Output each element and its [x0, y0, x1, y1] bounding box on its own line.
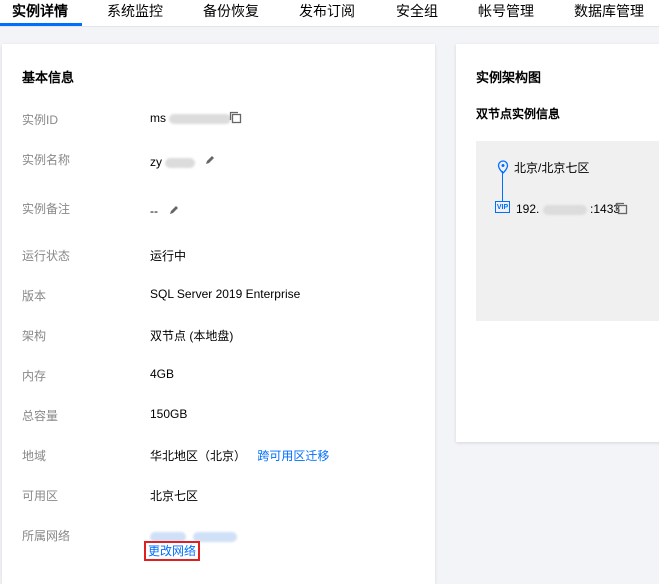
- network-label: 所属网络: [22, 529, 71, 543]
- memory-label: 内存: [22, 369, 47, 383]
- tab-instance-details[interactable]: 实例详情: [12, 2, 68, 20]
- instance-name-text: zy: [150, 155, 162, 169]
- total-capacity-label: 总容量: [22, 409, 59, 423]
- redacted-instance-name: [165, 157, 196, 168]
- edit-icon[interactable]: [168, 203, 180, 221]
- region-zone-text: 北京/北京七区: [514, 161, 590, 175]
- architecture-value: 双节点 (本地盘): [150, 329, 234, 343]
- dual-node-info-subtitle: 双节点实例信息: [476, 107, 561, 121]
- instance-id-text: ms: [150, 111, 166, 125]
- vip-prefix: 192.: [516, 202, 540, 216]
- copy-icon[interactable]: [615, 202, 628, 220]
- architecture-diagram: 北京/北京七区 VIP 192. :1433: [476, 141, 659, 321]
- basic-info-card: 基本信息 实例ID ms 实例名称 zy 实例备注 -- 运行状态 运行中 版本…: [2, 44, 435, 584]
- instance-remark-label: 实例备注: [22, 202, 71, 216]
- instance-id-value: ms: [150, 111, 232, 125]
- instance-remark-value: --: [150, 204, 158, 218]
- basic-info-title: 基本信息: [22, 70, 75, 85]
- vip-address: 192. :1433: [516, 202, 620, 216]
- vip-badge: VIP: [495, 201, 510, 213]
- copy-icon[interactable]: [229, 111, 242, 129]
- change-network-link[interactable]: 更改网络: [144, 541, 200, 561]
- zone-label: 可用区: [22, 489, 59, 503]
- version-value: SQL Server 2019 Enterprise: [150, 287, 301, 301]
- tab-security-group[interactable]: 安全组: [396, 2, 438, 20]
- run-status-label: 运行状态: [22, 249, 71, 263]
- tab-database-management[interactable]: 数据库管理: [574, 2, 644, 20]
- instance-name-value: zy: [150, 155, 196, 169]
- region-value: 华北地区（北京） 跨可用区迁移: [150, 447, 329, 464]
- location-pin-icon: [497, 160, 509, 179]
- region-text: 华北地区（北京）: [150, 449, 247, 463]
- edit-icon[interactable]: [204, 153, 216, 171]
- architecture-card: 实例架构图 双节点实例信息 北京/北京七区 VIP 192. :1433: [456, 44, 659, 442]
- version-label: 版本: [22, 289, 47, 303]
- connector-line: [502, 171, 503, 201]
- memory-value: 4GB: [150, 367, 175, 381]
- tab-publish-subscribe[interactable]: 发布订阅: [299, 2, 355, 20]
- architecture-label: 架构: [22, 329, 47, 343]
- architecture-title: 实例架构图: [476, 70, 542, 85]
- run-status-value: 运行中: [150, 249, 187, 263]
- tab-system-monitor[interactable]: 系统监控: [107, 2, 163, 20]
- total-capacity-value: 150GB: [150, 407, 188, 421]
- tab-account-management[interactable]: 帐号管理: [478, 2, 534, 20]
- active-tab-indicator: [0, 23, 82, 26]
- instance-id-label: 实例ID: [22, 113, 59, 127]
- tab-bar: 实例详情 系统监控 备份恢复 发布订阅 安全组 帐号管理 数据库管理: [0, 0, 659, 27]
- cross-zone-migrate-link[interactable]: 跨可用区迁移: [257, 449, 329, 463]
- instance-name-label: 实例名称: [22, 153, 71, 167]
- region-label: 地域: [22, 449, 47, 463]
- zone-value: 北京七区: [150, 489, 199, 503]
- redacted-ip: [542, 204, 587, 215]
- tab-backup-restore[interactable]: 备份恢复: [203, 2, 259, 20]
- redacted-instance-id: [169, 113, 232, 124]
